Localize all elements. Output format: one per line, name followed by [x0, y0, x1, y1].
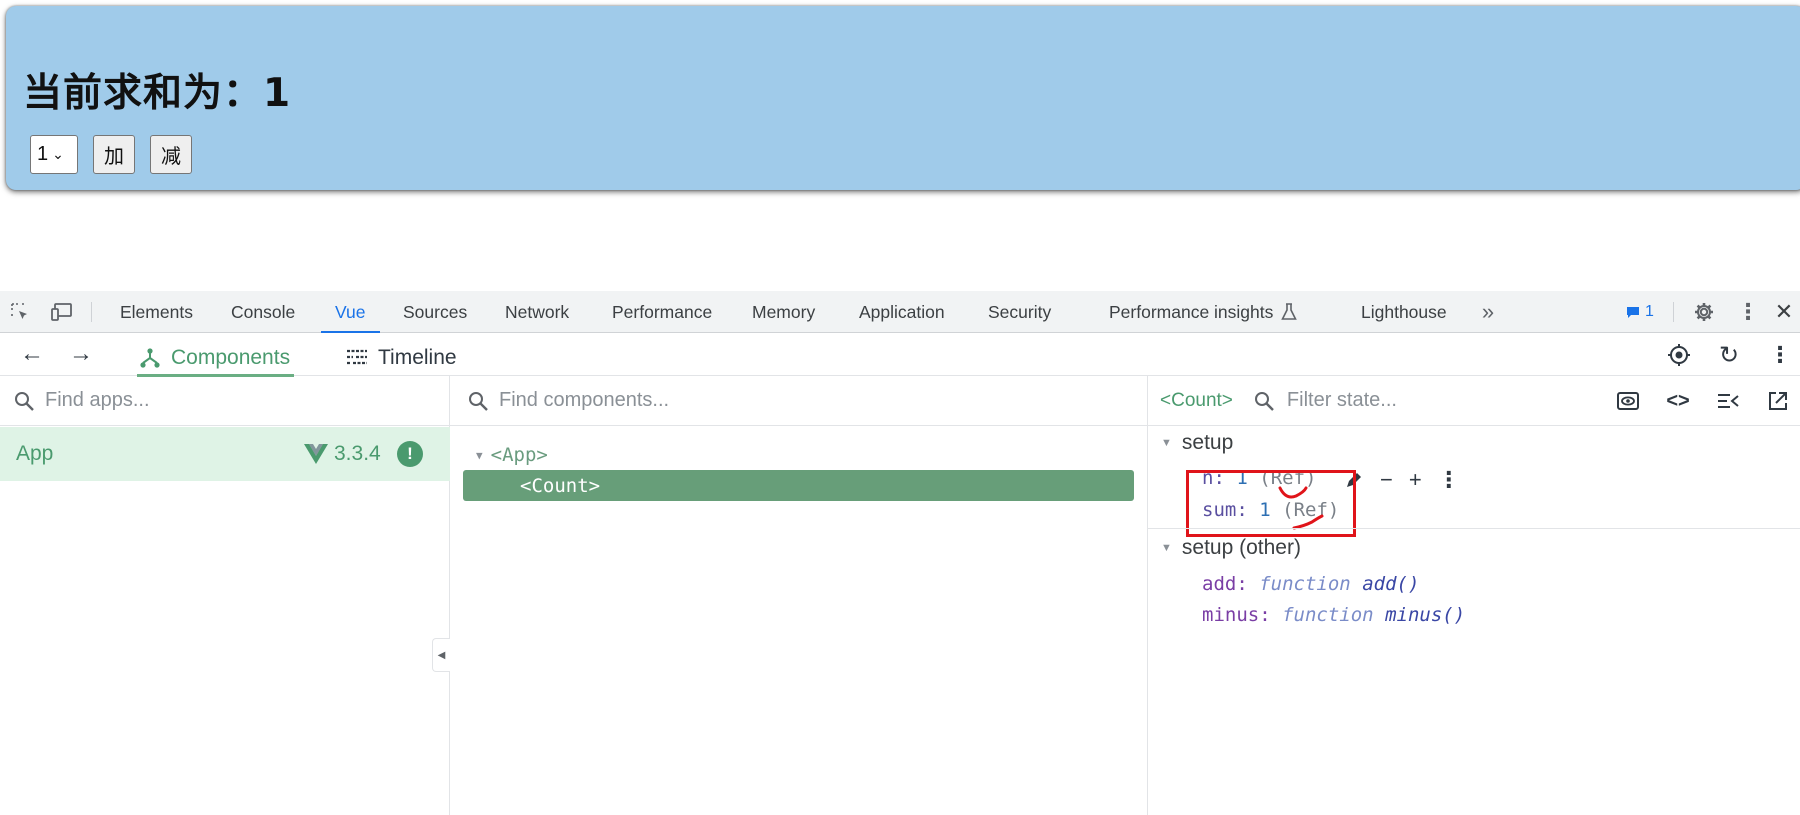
- minus-button[interactable]: 减: [150, 135, 192, 174]
- tab-application[interactable]: Application: [859, 291, 945, 333]
- tab-security[interactable]: Security: [988, 291, 1051, 333]
- collapse-handle[interactable]: ◀: [432, 638, 450, 672]
- toolbar-divider: [1673, 302, 1674, 322]
- prop-keyword: function: [1282, 604, 1374, 626]
- more-tabs-icon[interactable]: »: [1476, 299, 1500, 324]
- tree-node-app-label: <App>: [490, 444, 548, 466]
- flask-icon: [1281, 303, 1298, 321]
- section-divider: [1148, 528, 1800, 529]
- tab-performance[interactable]: Performance: [612, 291, 712, 333]
- tree-node-count-selected[interactable]: <Count>: [463, 470, 1134, 501]
- app-controls: 1 ⌄ 加 减: [30, 135, 192, 174]
- tab-sources[interactable]: Sources: [403, 291, 467, 333]
- component-tree-icon: [140, 347, 160, 368]
- toolbar-divider: [91, 302, 92, 322]
- component-tree-pane: Find components... ▼ <App> <Count>: [450, 376, 1148, 815]
- message-icon: [1627, 306, 1640, 318]
- increment-icon[interactable]: +: [1409, 467, 1422, 493]
- code-icon[interactable]: <>: [1666, 389, 1690, 413]
- tab-console[interactable]: Console: [231, 291, 295, 333]
- app-version-text: 3.3.4: [334, 442, 381, 465]
- tab-lighthouse[interactable]: Lighthouse: [1361, 291, 1447, 333]
- state-inspector-pane: <Count> Filter state... <> ▼ setup n: 1 …: [1148, 376, 1800, 815]
- search-icon: [467, 390, 489, 412]
- app-name: App: [16, 442, 54, 465]
- triangle-down-icon: ▼: [1161, 437, 1172, 449]
- warning-badge-icon: !: [397, 441, 423, 467]
- inspected-component-name: <Count>: [1160, 389, 1233, 411]
- decrement-icon[interactable]: −: [1380, 467, 1393, 493]
- vue-panes: Find apps... App 3.3.4 ! ◀ Find componen…: [0, 376, 1800, 815]
- prop-value: add(): [1362, 573, 1420, 595]
- back-arrow-icon[interactable]: ←: [20, 340, 44, 367]
- section-setup-label: setup: [1181, 431, 1234, 454]
- apps-pane: Find apps... App 3.3.4 ! ◀: [0, 376, 450, 815]
- state-prop-add[interactable]: add: function add(): [1202, 573, 1419, 595]
- app-card: 当前求和为：1 1 ⌄ 加 减: [6, 6, 1800, 190]
- tab-memory[interactable]: Memory: [752, 291, 815, 333]
- tree-node-app[interactable]: ▼ <App>: [476, 444, 548, 466]
- section-setup-other-title[interactable]: ▼ setup (other): [1161, 536, 1301, 560]
- vue-logo-icon: [304, 444, 328, 464]
- sum-heading: 当前求和为：1: [23, 71, 292, 116]
- find-components-search[interactable]: Find components...: [450, 376, 1147, 426]
- step-select[interactable]: 1 ⌄: [30, 135, 78, 174]
- state-header: <Count> Filter state... <>: [1148, 376, 1800, 426]
- eye-icon[interactable]: [1616, 389, 1640, 413]
- issues-indicator[interactable]: 1: [1622, 300, 1658, 324]
- section-setup-title[interactable]: ▼ setup: [1161, 431, 1233, 455]
- app-list-item[interactable]: App 3.3.4 !: [0, 427, 450, 481]
- open-in-new-icon[interactable]: [1766, 389, 1790, 413]
- step-select-value: 1: [37, 143, 49, 165]
- tab-vue[interactable]: Vue: [321, 291, 379, 333]
- refresh-icon[interactable]: ↻: [1717, 342, 1741, 369]
- issues-count: 1: [1645, 303, 1654, 320]
- chevron-down-icon: ⌄: [52, 146, 64, 162]
- device-toolbar-icon[interactable]: [50, 300, 74, 324]
- search-icon: [13, 390, 35, 412]
- inspect-element-icon[interactable]: [8, 300, 32, 324]
- find-apps-placeholder: Find apps...: [45, 389, 150, 411]
- prop-key: add: [1202, 573, 1237, 595]
- search-icon: [1253, 390, 1275, 412]
- chevron-left-icon: ◀: [437, 649, 446, 661]
- prop-actions: − + ⋮: [1344, 467, 1460, 493]
- more-vertical-icon[interactable]: ⋮: [1438, 467, 1460, 493]
- vue-devtools-toolbar: ← → Components Timeline ↻ ⋮: [0, 333, 1800, 377]
- tab-performance-insights[interactable]: Performance insights: [1109, 291, 1298, 333]
- gear-icon[interactable]: [1692, 300, 1716, 324]
- devtools-tabbar: Elements Console Vue Sources Network Per…: [0, 291, 1800, 333]
- nav-timeline[interactable]: Timeline: [346, 339, 457, 376]
- tab-network[interactable]: Network: [505, 291, 569, 333]
- close-icon[interactable]: ✕: [1772, 299, 1796, 324]
- prop-key: minus: [1202, 604, 1260, 626]
- find-apps-search[interactable]: Find apps...: [0, 376, 449, 426]
- app-version: 3.3.4: [304, 442, 381, 466]
- filter-state-input[interactable]: Filter state...: [1287, 389, 1397, 412]
- nav-timeline-label: Timeline: [378, 345, 457, 369]
- more-vertical-icon[interactable]: ⋮: [1736, 300, 1760, 324]
- collapse-list-icon[interactable]: [1716, 389, 1740, 413]
- section-setup-other-label: setup (other): [1181, 536, 1301, 559]
- find-components-placeholder: Find components...: [499, 389, 670, 411]
- add-button[interactable]: 加: [93, 135, 135, 174]
- more-vertical-icon[interactable]: ⋮: [1768, 343, 1792, 367]
- target-icon[interactable]: [1667, 343, 1691, 367]
- state-prop-minus[interactable]: minus: function minus(): [1202, 604, 1465, 626]
- prop-keyword: function: [1259, 573, 1351, 595]
- annotation-scribble: [1278, 486, 1324, 530]
- timeline-icon: [347, 349, 367, 364]
- prop-value: minus(): [1385, 604, 1466, 626]
- nav-components-label: Components: [171, 345, 291, 369]
- triangle-down-icon: ▼: [1161, 542, 1172, 554]
- forward-arrow-icon[interactable]: →: [69, 340, 93, 367]
- devtools-panel: Elements Console Vue Sources Network Per…: [0, 291, 1800, 815]
- nav-components[interactable]: Components: [136, 339, 295, 377]
- tab-elements[interactable]: Elements: [120, 291, 193, 333]
- triangle-down-icon: ▼: [476, 448, 483, 462]
- tab-performance-insights-label: Performance insights: [1109, 301, 1274, 322]
